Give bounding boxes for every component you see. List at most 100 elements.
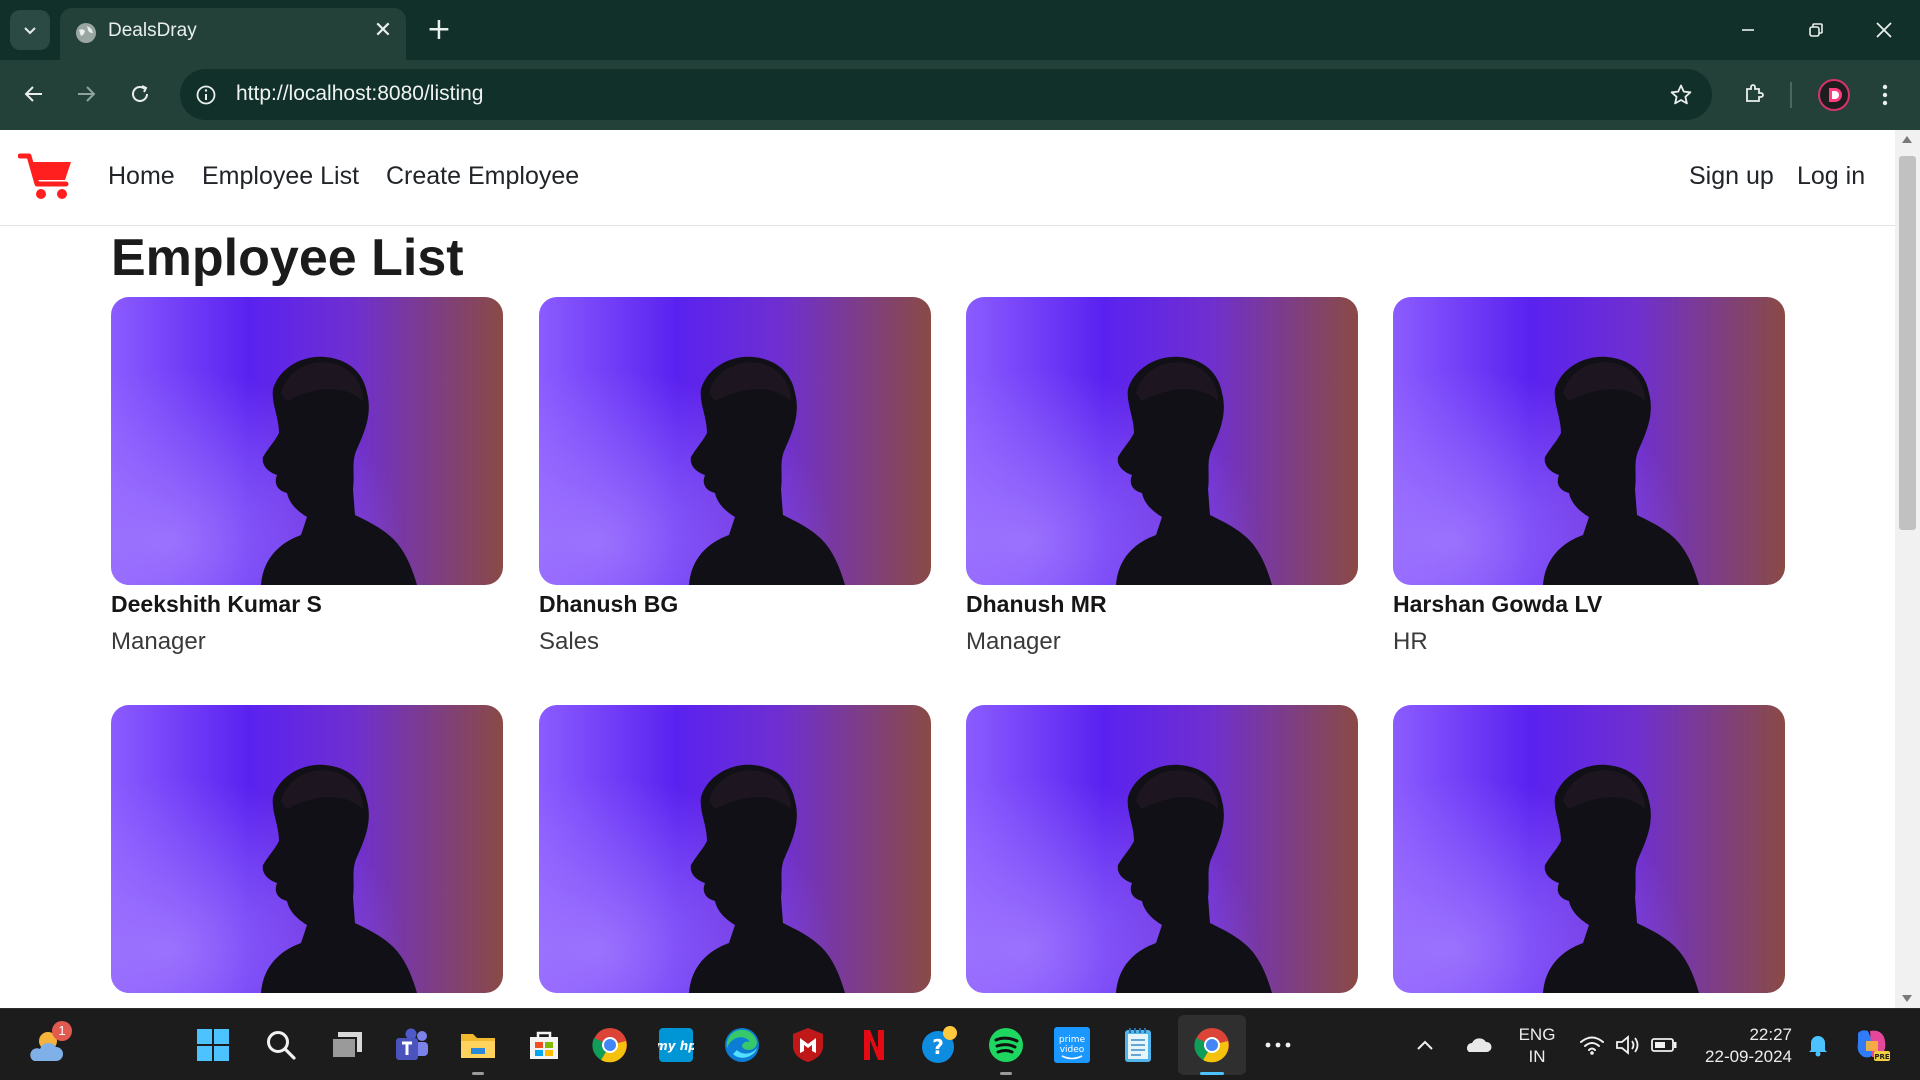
address-bar[interactable]: http://localhost:8080/listing — [180, 69, 1712, 120]
back-button[interactable] — [16, 76, 52, 112]
copilot-icon: PRE — [1857, 1030, 1890, 1061]
myhp-app[interactable]: my hp — [656, 1025, 696, 1065]
notifications-button[interactable] — [1800, 1025, 1836, 1065]
language-indicator[interactable]: ENG IN — [1512, 1024, 1562, 1068]
employee-card[interactable]: Deekshith Kumar S Manager — [111, 297, 503, 656]
employee-role: Sales — [539, 628, 600, 655]
notification-badge: 1 — [52, 1021, 72, 1041]
svg-text:?: ? — [932, 1035, 944, 1059]
employee-photo[interactable] — [1393, 705, 1785, 993]
nav-employee-list-link[interactable]: Employee List — [202, 162, 359, 191]
more-apps-button[interactable] — [1258, 1025, 1298, 1065]
employee-photo[interactable] — [539, 297, 931, 585]
employee-card[interactable] — [111, 705, 503, 993]
browser-toolbar: http://localhost:8080/listing — [0, 60, 1920, 130]
battery-button[interactable] — [1646, 1025, 1682, 1065]
browser-tab-active[interactable]: DealsDray ✕ — [60, 8, 406, 60]
clock[interactable]: 22:27 22-09-2024 — [1692, 1024, 1802, 1068]
get-help-app[interactable]: ? — [920, 1025, 960, 1065]
employee-card[interactable]: Dhanush BG Sales — [539, 297, 931, 656]
employee-photo[interactable] — [966, 297, 1358, 585]
task-view-button[interactable] — [327, 1025, 367, 1065]
site-navbar: Home Employee List Create Employee Sign … — [0, 130, 1895, 226]
employee-card[interactable]: Harshan Gowda LV HR — [1393, 297, 1785, 656]
employee-photo[interactable] — [966, 705, 1358, 993]
new-tab-button[interactable]: + — [424, 12, 454, 48]
svg-text:video: video — [1060, 1045, 1085, 1055]
close-tab-icon[interactable]: ✕ — [370, 18, 396, 44]
start-button[interactable] — [193, 1025, 233, 1065]
extensions-button[interactable] — [1736, 76, 1772, 112]
employee-card[interactable] — [539, 705, 931, 993]
employee-photo[interactable] — [111, 705, 503, 993]
tab-search-button[interactable] — [10, 10, 50, 50]
notepad-app[interactable] — [1118, 1025, 1158, 1065]
employee-role: Manager — [966, 628, 1061, 655]
minimize-window-button[interactable] — [1724, 10, 1772, 50]
nav-login-link[interactable]: Log in — [1797, 162, 1865, 191]
close-icon — [1876, 22, 1892, 38]
mcafee-app[interactable] — [788, 1025, 828, 1065]
toolbar-divider — [1790, 82, 1792, 108]
copilot-button[interactable]: PRE — [1850, 1025, 1894, 1065]
forward-button[interactable] — [68, 76, 104, 112]
employee-name: Dhanush BG — [539, 591, 679, 617]
file-explorer-app[interactable] — [458, 1025, 498, 1075]
store-bag-icon — [530, 1031, 558, 1059]
nav-home-link[interactable]: Home — [108, 162, 175, 191]
employee-name: Dhanush MR — [966, 591, 1107, 617]
netflix-icon — [864, 1030, 884, 1060]
wifi-icon — [1580, 1036, 1604, 1055]
chrome-app-active[interactable] — [1192, 1025, 1232, 1075]
scroll-down-arrow-icon[interactable] — [1902, 995, 1912, 1002]
profile-avatar[interactable] — [1818, 79, 1850, 111]
arrow-right-icon — [78, 86, 96, 102]
myhp-icon: my hp — [658, 1028, 694, 1062]
help-icon: ? — [922, 1026, 957, 1063]
site-info-icon[interactable] — [192, 81, 220, 109]
more-vertical-icon — [1882, 84, 1888, 106]
browser-menu-button[interactable] — [1870, 78, 1900, 112]
teams-icon — [396, 1028, 428, 1060]
teams-app[interactable] — [392, 1025, 432, 1065]
browser-tabstrip: DealsDray ✕ + — [0, 0, 1920, 60]
page-viewport: Home Employee List Create Employee Sign … — [0, 130, 1920, 1008]
running-indicator — [1000, 1072, 1012, 1075]
search-icon — [267, 1031, 296, 1060]
url-text[interactable]: http://localhost:8080/listing — [236, 82, 484, 106]
edge-app[interactable] — [722, 1025, 762, 1065]
spotify-app[interactable] — [986, 1025, 1026, 1075]
employee-photo[interactable] — [1393, 297, 1785, 585]
employee-card[interactable]: Dhanush MR Manager — [966, 297, 1358, 656]
show-hidden-icons-button[interactable] — [1410, 1025, 1440, 1065]
page-title: Employee List — [111, 229, 464, 287]
onedrive-button[interactable] — [1462, 1025, 1494, 1065]
store-app[interactable] — [524, 1025, 564, 1065]
employee-name: Deekshith Kumar S — [111, 591, 322, 617]
nav-create-employee-link[interactable]: Create Employee — [386, 162, 579, 191]
reload-button[interactable] — [122, 76, 158, 112]
bell-icon — [1809, 1036, 1827, 1057]
volume-button[interactable] — [1610, 1025, 1646, 1065]
prime-video-icon: primevideo — [1054, 1027, 1090, 1063]
page-scrollbar[interactable] — [1895, 130, 1920, 1008]
employee-card[interactable] — [966, 705, 1358, 993]
svg-text:prime: prime — [1059, 1035, 1086, 1045]
notepad-icon — [1125, 1028, 1151, 1062]
clock-time: 22:27 — [1749, 1025, 1792, 1044]
wifi-button[interactable] — [1574, 1025, 1610, 1065]
netflix-app[interactable] — [854, 1025, 894, 1065]
close-window-button[interactable] — [1860, 10, 1908, 50]
prime-video-app[interactable]: prime video — [1052, 1025, 1092, 1065]
employee-photo[interactable] — [111, 297, 503, 585]
chrome-app[interactable] — [590, 1025, 630, 1065]
scroll-up-arrow-icon[interactable] — [1902, 136, 1912, 143]
restore-window-button[interactable] — [1792, 10, 1840, 50]
shopping-cart-icon[interactable] — [18, 150, 74, 202]
employee-card[interactable] — [1393, 705, 1785, 993]
scroll-thumb[interactable] — [1899, 156, 1916, 530]
nav-signup-link[interactable]: Sign up — [1689, 162, 1774, 191]
bookmark-star-icon[interactable] — [1666, 80, 1696, 110]
employee-photo[interactable] — [539, 705, 931, 993]
search-button[interactable] — [261, 1025, 301, 1065]
